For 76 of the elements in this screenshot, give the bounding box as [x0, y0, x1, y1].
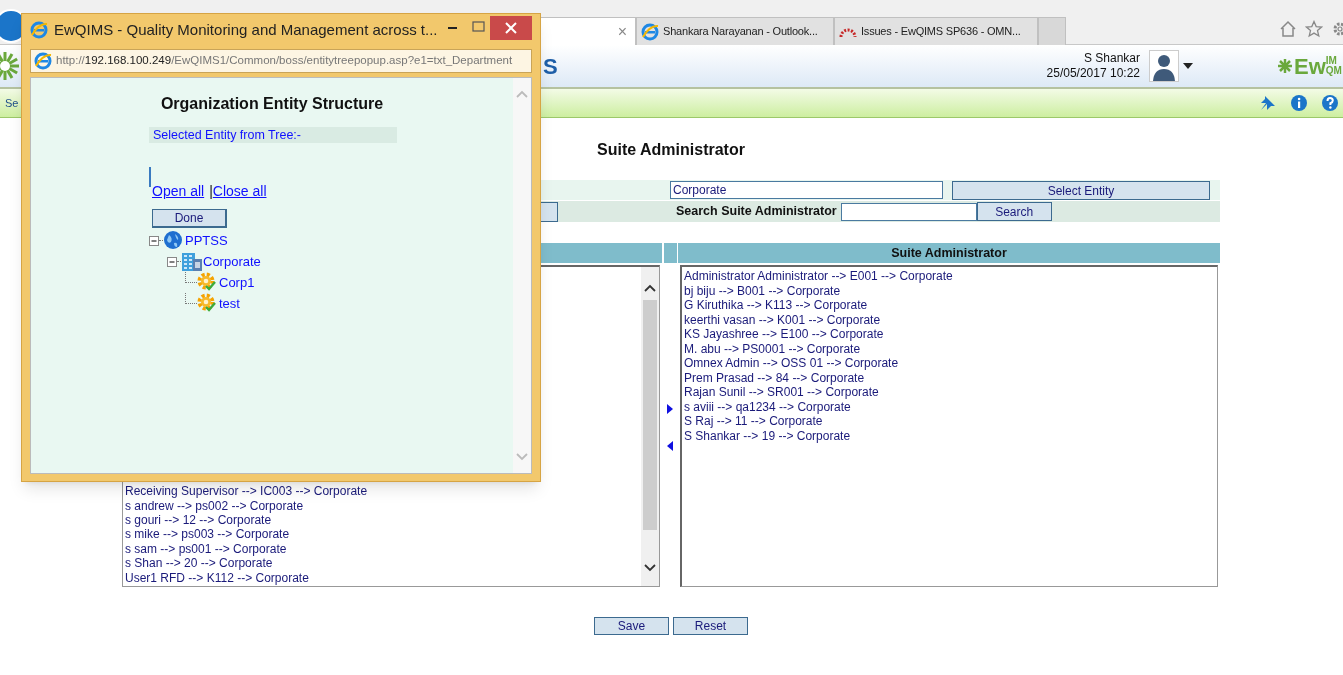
globe-icon: [163, 230, 185, 251]
home-icon[interactable]: [1279, 20, 1297, 38]
list-item[interactable]: Receiving Supervisor --> IC003 --> Corporate: [125, 484, 641, 499]
list-item[interactable]: S Raj --> 11 --> Corporate: [684, 414, 1217, 429]
tree-node[interactable]: test: [219, 293, 240, 314]
list-item[interactable]: s sam --> ps001 --> Corporate: [125, 541, 641, 557]
done-button[interactable]: Done: [152, 209, 227, 228]
tab-title: Issues - EwQIMS SP636 - OMN...: [861, 24, 1021, 40]
link-separator: |: [209, 182, 213, 201]
page-title: Suite Administrator: [596, 140, 746, 160]
gear-check-icon: [197, 272, 219, 293]
search-button[interactable]: Search: [976, 202, 1052, 221]
dialog-heading: Organization Entity Structure: [159, 94, 385, 114]
column-header: [664, 243, 677, 263]
list-item[interactable]: s aviii --> qa1234 --> Corporate: [684, 399, 1217, 414]
selected-entity-label: Selected Entity from Tree:-: [149, 127, 397, 143]
info-icon[interactable]: [1290, 94, 1308, 112]
building-icon: [181, 251, 203, 272]
date-time: 25/05/2017 10:22: [1046, 66, 1140, 81]
list-item[interactable]: Administrator Administrator --> E001 --> Corporate: [684, 269, 1217, 284]
avatar-button[interactable]: [1149, 50, 1179, 82]
collapse-icon[interactable]: [149, 235, 159, 246]
window-title: EwQIMS - Quality Monitoring and Management across t...: [54, 19, 438, 40]
tab-close-button[interactable]: ×: [617, 19, 627, 44]
pin-icon[interactable]: [1259, 94, 1277, 112]
list-item[interactable]: Rajan Sunil --> SR001 --> Corporate: [684, 385, 1217, 400]
collapse-icon[interactable]: [167, 256, 177, 267]
move-right-icon[interactable]: [667, 404, 673, 414]
move-left-icon[interactable]: [667, 441, 673, 451]
column-header: Suite Administrator: [678, 243, 1220, 263]
ie-icon: [641, 22, 659, 41]
logo-star-icon: [1277, 58, 1293, 74]
list-item[interactable]: s mike --> ps003 --> Corporate: [125, 527, 641, 542]
search-label: Search Suite Administrator: [676, 203, 837, 221]
search-field[interactable]: [840, 202, 977, 221]
tree-node[interactable]: PPTSS: [185, 230, 228, 251]
close-button[interactable]: [490, 16, 532, 40]
user-name: S Shankar: [1083, 51, 1140, 66]
menu-item[interactable]: Se: [5, 94, 19, 112]
list-item[interactable]: s andrew --> ps002 --> Corporate: [125, 498, 641, 513]
form-button[interactable]: Reset: [673, 617, 748, 635]
assigned-list[interactable]: [680, 265, 1218, 587]
list-item[interactable]: s gouri --> 12 --> Corporate: [125, 512, 641, 528]
help-icon[interactable]: [1321, 94, 1339, 112]
list-item[interactable]: Omnex Admin --> OSS 01 --> Corporate: [684, 356, 1217, 371]
open-all-link[interactable]: Open all: [152, 181, 205, 202]
list-item[interactable]: Prem Prasad --> 84 --> Corporate: [684, 370, 1217, 385]
list-item[interactable]: M. abu --> PS0001 --> Corporate: [684, 341, 1217, 356]
form-button[interactable]: Save: [594, 617, 669, 635]
browser-tab[interactable]: Shankara Narayanan - Outlook...: [636, 17, 834, 45]
scroll-thumb[interactable]: [643, 300, 657, 530]
scroll-down-icon[interactable]: [644, 564, 656, 572]
list-item[interactable]: KS Jayashree --> E100 --> Corporate: [684, 327, 1217, 342]
tree-node[interactable]: Corporate: [203, 251, 261, 272]
list-item[interactable]: User1 RFD --> K112 --> Corporate: [125, 570, 641, 585]
caret-icon[interactable]: [1183, 63, 1193, 69]
scroll-up-icon[interactable]: [644, 284, 656, 292]
tab-title: Shankara Narayanan - Outlook...: [663, 24, 818, 40]
list-item[interactable]: s Shan --> 20 --> Corporate: [125, 556, 641, 571]
browser-tab[interactable]: Issues - EwQIMS SP636 - OMN...: [834, 17, 1038, 45]
logo-text: S: [543, 52, 558, 81]
entity-field[interactable]: Corporate: [670, 181, 943, 199]
ie-icon: [34, 52, 52, 70]
tree-node[interactable]: Corp1: [219, 272, 255, 293]
list-item[interactable]: bj biju --> B001 --> Corporate: [684, 283, 1217, 298]
person-icon: [1152, 53, 1176, 81]
list-item[interactable]: S Shankar --> 19 --> Corporate: [684, 428, 1217, 443]
scrollbar[interactable]: [641, 267, 659, 586]
star-icon[interactable]: [1305, 20, 1323, 38]
list-item[interactable]: keerthi vasan --> K001 --> Corporate: [684, 312, 1217, 327]
gear-check-icon: [197, 293, 219, 314]
close-icon[interactable]: [505, 22, 517, 34]
ie-icon: [30, 21, 48, 39]
text-cursor: [149, 167, 151, 187]
list-item[interactable]: G Kiruthika --> K113 --> Corporate: [684, 298, 1217, 313]
select-entity-button[interactable]: Select Entity: [952, 180, 1210, 200]
